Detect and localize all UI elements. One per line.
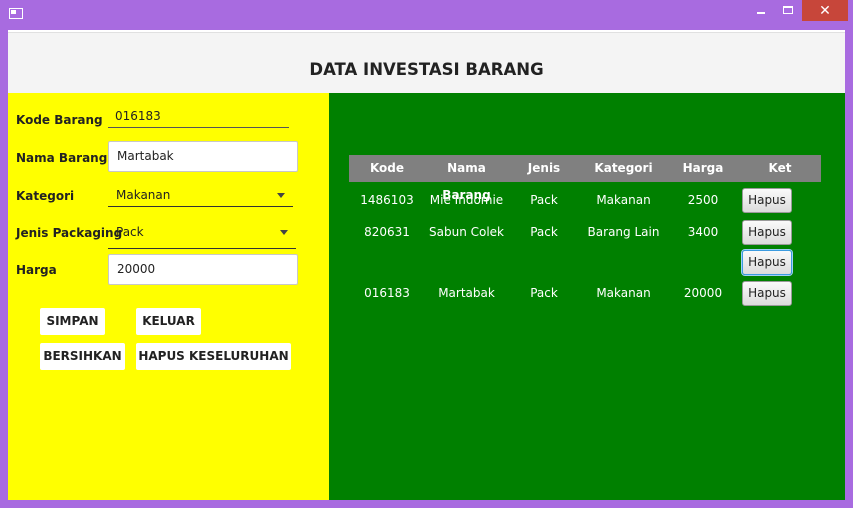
nama-barang-field[interactable]: Martabak (108, 141, 298, 172)
column-header-jenis[interactable]: Jenis (508, 155, 580, 182)
cell-kode: 016183 (364, 286, 410, 300)
cell-harga: 20000 (683, 286, 723, 300)
table-row[interactable]: Hapus (349, 249, 821, 275)
cell-nama-barang: Mie Indomie (429, 193, 504, 207)
cell-kode: 820631 (364, 225, 410, 239)
close-button[interactable]: ✕ (802, 0, 848, 21)
cell-jenis (508, 249, 580, 275)
cell-nama-barang (425, 249, 508, 275)
cell-kategori: Makanan (596, 193, 651, 207)
cell-nama-barang: Martabak (438, 286, 495, 300)
cell-harga: 2500 (687, 193, 719, 207)
simpan-button[interactable]: SIMPAN (40, 308, 105, 335)
page-title: DATA INVESTASI BARANG (309, 60, 544, 79)
table-header: Kode Nama Barang Jenis Kategori Harga Ke… (349, 155, 821, 202)
jenis-packaging-select[interactable]: Pack (108, 222, 296, 249)
page-header: DATA INVESTASI BARANG (8, 32, 845, 93)
cell-jenis: Pack (530, 286, 558, 300)
cell-harga: 3400 (687, 225, 719, 239)
cell-kode (349, 249, 425, 275)
hapus-button[interactable]: Hapus (742, 188, 792, 213)
app-icon (9, 8, 23, 19)
chevron-down-icon (277, 193, 285, 198)
kategori-select[interactable]: Makanan (108, 185, 293, 207)
bersihkan-button[interactable]: BERSIHKAN (40, 343, 125, 370)
column-header-nama-barang[interactable]: Nama Barang (425, 155, 508, 202)
hapus-button[interactable]: Hapus (742, 250, 792, 275)
jenis-packaging-label: Jenis Packaging (16, 226, 123, 240)
column-header-ket[interactable]: Ket (739, 155, 821, 182)
form-panel: Kode Barang 016183 Nama Barang Martabak … (8, 93, 329, 500)
column-header-kode[interactable]: Kode (349, 155, 425, 182)
cell-kategori (580, 249, 667, 275)
kode-barang-label: Kode Barang (16, 113, 103, 127)
harga-label: Harga (16, 263, 57, 277)
column-header-kategori[interactable]: Kategori (580, 155, 667, 182)
table-row[interactable]: 820631 Sabun Colek Pack Barang Lain 3400… (349, 219, 821, 245)
kode-barang-field[interactable]: 016183 (108, 108, 289, 128)
maximize-icon (783, 6, 793, 14)
maximize-button[interactable] (775, 0, 801, 21)
table-panel: Kode Nama Barang Jenis Kategori Harga Ke… (329, 93, 845, 500)
table-row[interactable]: 1486103 Mie Indomie Pack Makanan 2500 Ha… (349, 187, 821, 213)
cell-jenis: Pack (530, 225, 558, 239)
cell-nama-barang: Sabun Colek (429, 225, 504, 239)
hapus-button[interactable]: Hapus (742, 281, 792, 306)
cell-jenis: Pack (530, 193, 558, 207)
cell-kode: 1486103 (360, 193, 414, 207)
nama-barang-label: Nama Barang (16, 151, 108, 165)
kategori-value: Makanan (116, 188, 171, 202)
title-bar: ✕ (0, 0, 853, 30)
minimize-icon (757, 12, 765, 14)
minimize-button[interactable] (748, 0, 774, 21)
keluar-button[interactable]: KELUAR (136, 308, 201, 335)
close-icon: ✕ (819, 2, 831, 18)
cell-harga (667, 249, 739, 275)
hapus-button[interactable]: Hapus (742, 220, 792, 245)
cell-kategori: Barang Lain (587, 225, 660, 239)
table-row[interactable]: 016183 Martabak Pack Makanan 20000 Hapus (349, 280, 821, 306)
kategori-label: Kategori (16, 189, 75, 203)
hapus-keseluruhan-button[interactable]: HAPUS KESELURUHAN (136, 343, 291, 370)
app-window: DATA INVESTASI BARANG Kode Barang 016183… (8, 30, 845, 500)
column-header-harga[interactable]: Harga (667, 155, 739, 182)
cell-kategori: Makanan (596, 286, 651, 300)
harga-field[interactable]: 20000 (108, 254, 298, 285)
packaging-value: Pack (116, 225, 144, 239)
chevron-down-icon (280, 230, 288, 235)
